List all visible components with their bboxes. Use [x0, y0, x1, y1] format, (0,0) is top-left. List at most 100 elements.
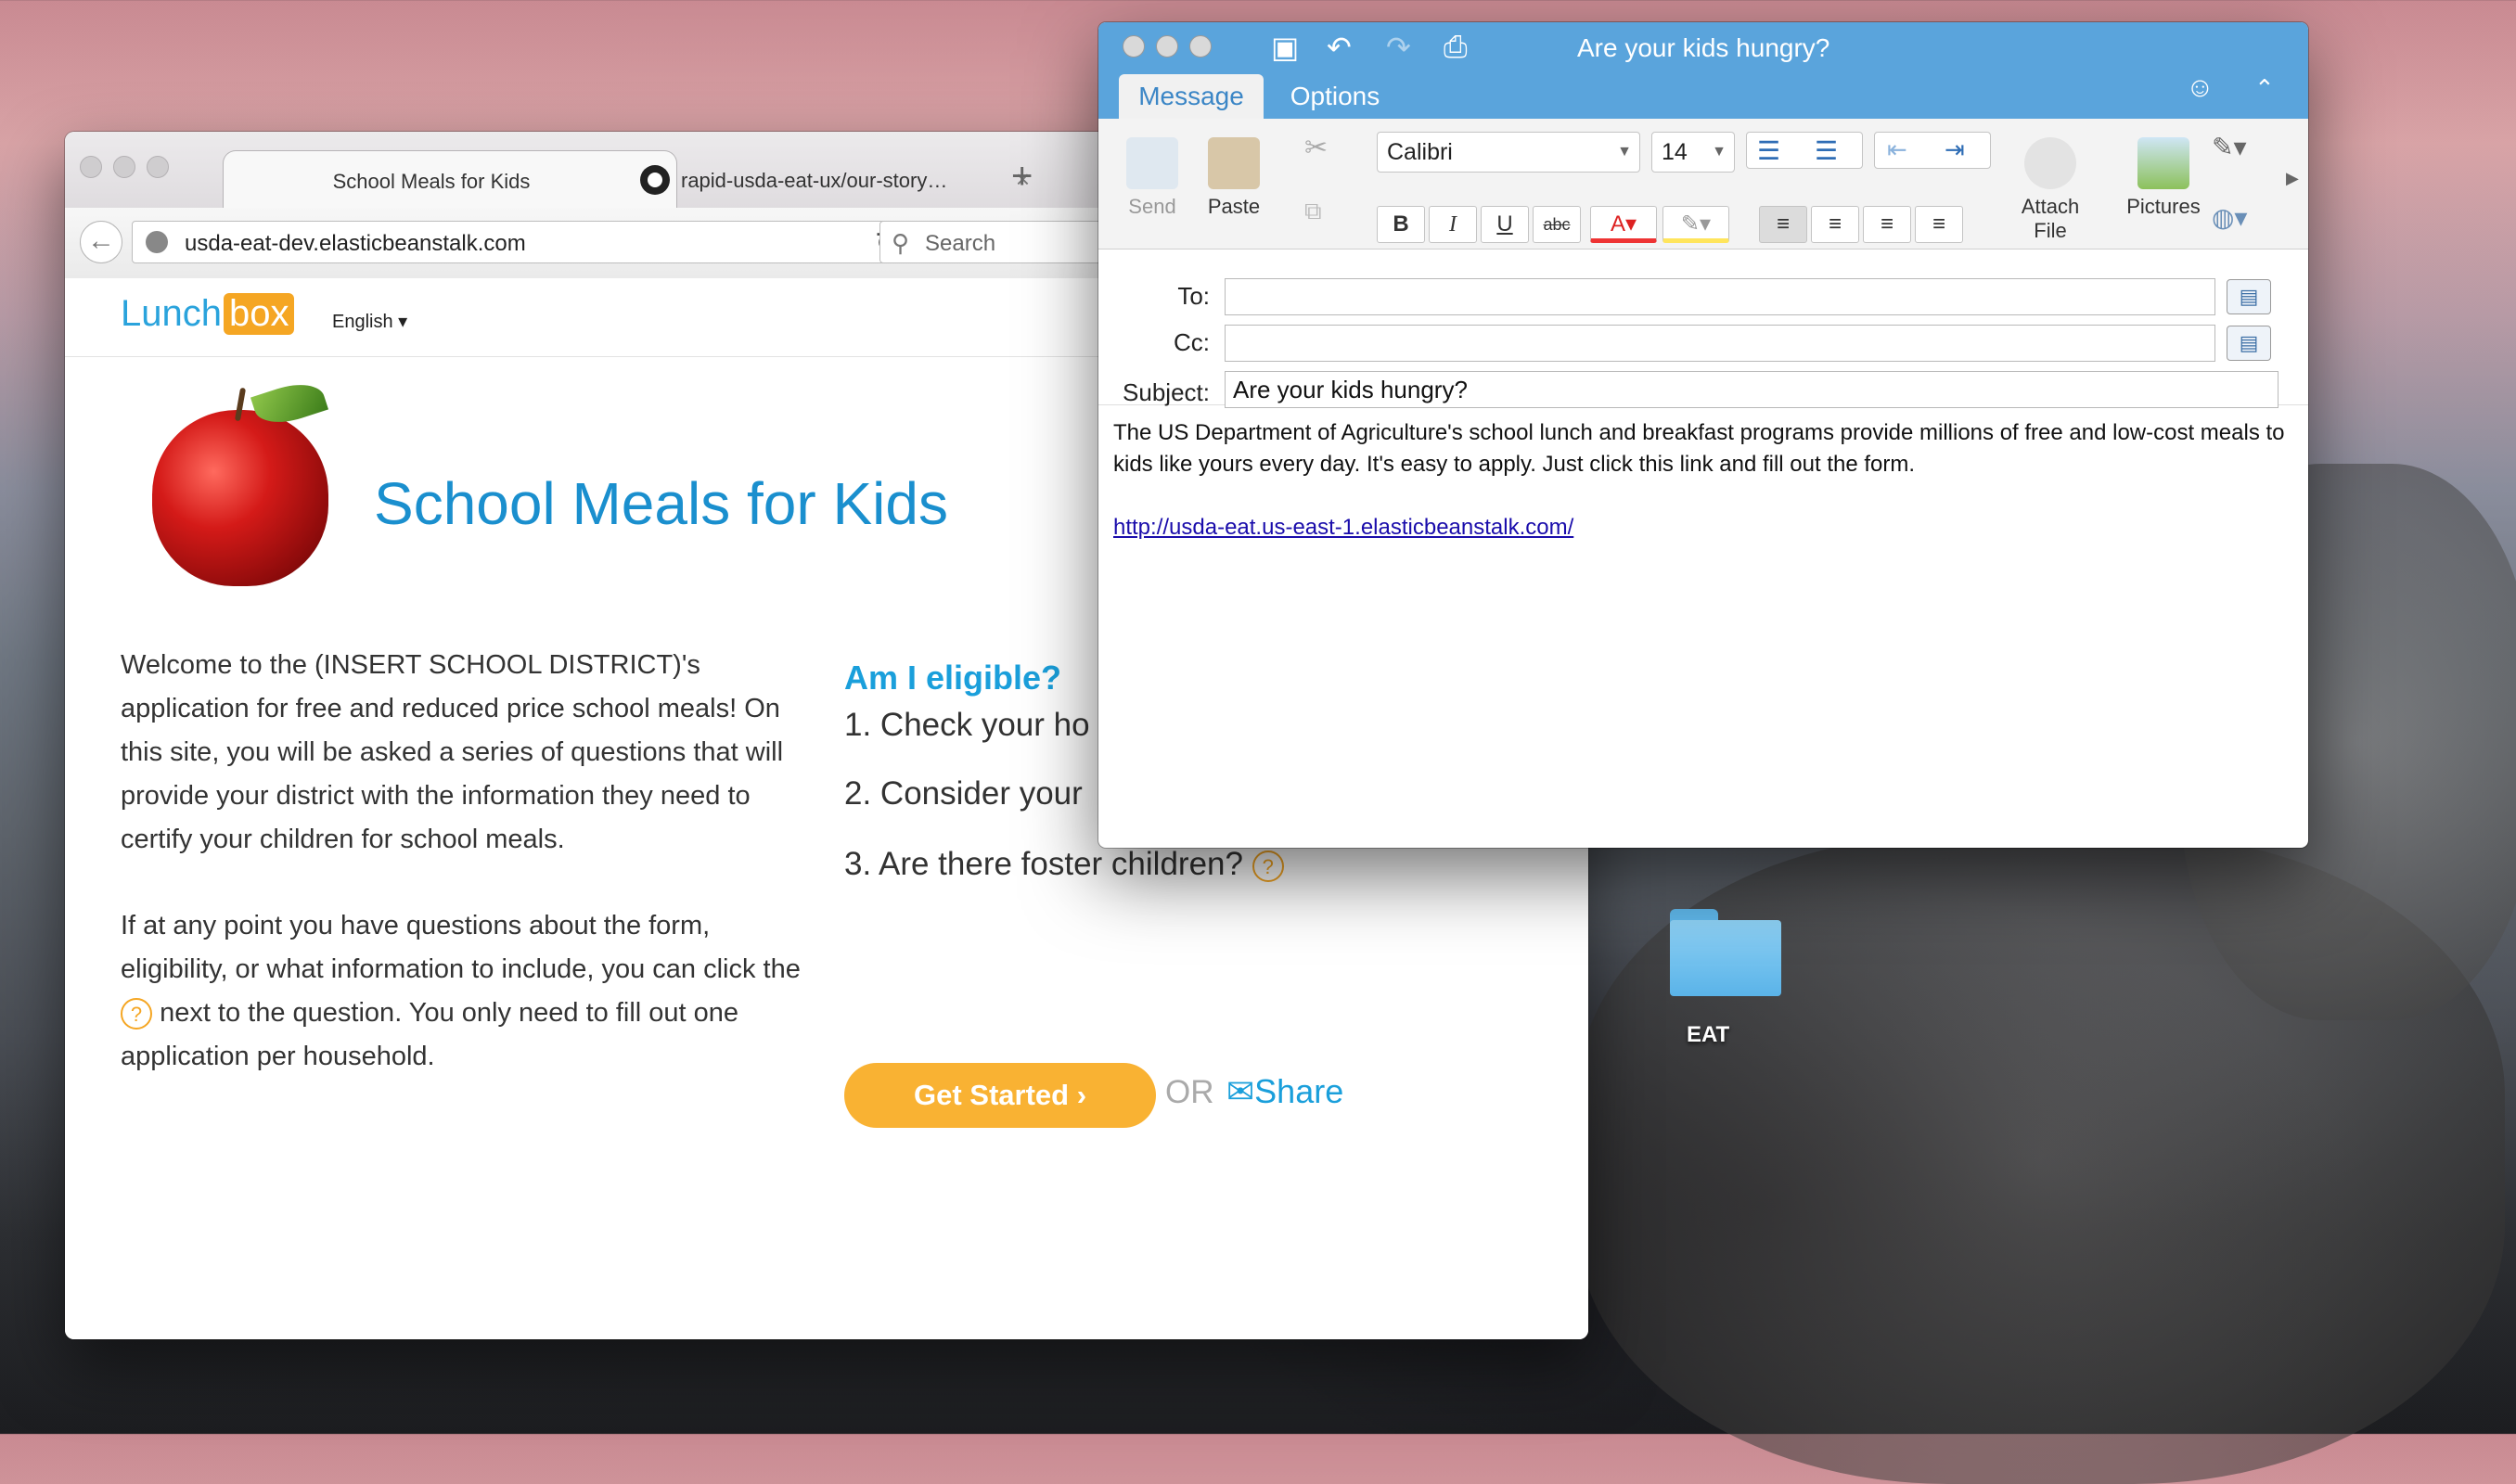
undo-icon[interactable]: ↶: [1327, 30, 1352, 65]
lunchbox-logo[interactable]: Lunch box: [121, 293, 295, 335]
folder-icon[interactable]: [1670, 909, 1781, 996]
folder-label[interactable]: EAT: [1687, 1022, 1729, 1048]
share-link[interactable]: ✉Share: [1226, 1072, 1343, 1111]
smiley-icon[interactable]: ☺: [2186, 72, 2214, 104]
new-tab-button[interactable]: +: [1011, 158, 1033, 195]
pictures-button[interactable]: Pictures: [2108, 137, 2219, 219]
intro-help-text-end: next to the question. You only need to f…: [121, 998, 739, 1071]
zoom-window-button[interactable]: [1189, 35, 1212, 58]
tab-school-meals[interactable]: School Meals for Kids ×: [223, 150, 677, 208]
paste-button[interactable]: Paste: [1197, 137, 1271, 219]
send-label: Send: [1128, 195, 1176, 218]
to-field[interactable]: [1225, 278, 2215, 315]
help-icon[interactable]: ?: [1252, 850, 1284, 882]
font-family-select[interactable]: Calibri ▼: [1377, 132, 1640, 173]
font-color-button[interactable]: A▾: [1590, 206, 1657, 243]
copy-icon[interactable]: ⧉: [1304, 197, 1322, 226]
underline-button[interactable]: U: [1481, 206, 1529, 243]
step-item: 3. Are there foster children? ?: [844, 846, 1284, 883]
eligible-heading: Am I eligible?: [844, 659, 1062, 697]
collapse-ribbon-icon[interactable]: ⌃: [2254, 74, 2275, 103]
apple-image: [152, 376, 329, 586]
bullets-icon[interactable]: ☰: [1757, 135, 1780, 166]
close-window-button[interactable]: [1123, 35, 1145, 58]
to-label: To:: [1177, 282, 1210, 310]
close-window-button[interactable]: [80, 156, 102, 178]
search-icon: ⚲: [892, 229, 910, 257]
window-title: Are your kids hungry?: [1577, 33, 1830, 62]
globe-icon: [146, 231, 168, 253]
font-family-value: Calibri: [1387, 139, 1453, 165]
tab-label: School Meals for Kids: [332, 170, 531, 193]
mail-title-bar: ▣ ↶ ↷ ⎙ Are your kids hungry? ☺ ⌃ Messag…: [1098, 22, 2308, 119]
pictures-label: Pictures: [2126, 195, 2201, 218]
language-dropdown[interactable]: English ▾: [332, 310, 407, 333]
font-size-select[interactable]: 14 ▼: [1651, 132, 1735, 173]
mail-body[interactable]: The US Department of Agriculture's schoo…: [1113, 417, 2291, 575]
tab-label: rapid-usda-eat-ux/our-story…: [681, 169, 948, 192]
address-book-icon[interactable]: ▤: [2227, 326, 2271, 361]
italic-button[interactable]: I: [1429, 206, 1477, 243]
cut-icon[interactable]: ✂: [1304, 132, 1328, 164]
save-icon[interactable]: ▣: [1271, 30, 1299, 65]
signature-icon[interactable]: ✎▾: [2212, 132, 2247, 162]
github-icon: [640, 165, 670, 195]
link-globe-icon[interactable]: ◍▾: [2212, 202, 2248, 233]
align-right-button[interactable]: ≡: [1863, 206, 1911, 243]
address-book-icon[interactable]: ▤: [2227, 279, 2271, 314]
highlight-button[interactable]: ✎▾: [1662, 206, 1729, 243]
intro-help-text: If at any point you have questions about…: [121, 911, 801, 984]
step-item: 2. Consider your: [844, 775, 1083, 812]
intro-paragraph-help: If at any point you have questions about…: [121, 904, 807, 1079]
numbering-icon[interactable]: ☰: [1815, 135, 1838, 166]
back-button[interactable]: ←: [80, 221, 122, 263]
page-title: School Meals for Kids: [374, 470, 948, 537]
url-text: usda-eat-dev.elasticbeanstalk.com: [185, 231, 526, 256]
send-icon: [1126, 137, 1178, 189]
zoom-window-button[interactable]: [147, 156, 169, 178]
get-started-button[interactable]: Get Started ›: [844, 1063, 1156, 1128]
paste-label: Paste: [1207, 195, 1261, 218]
tab-message[interactable]: Message: [1119, 74, 1264, 119]
picture-icon: [2137, 137, 2189, 189]
subject-field[interactable]: Are your kids hungry?: [1225, 371, 2279, 408]
increase-indent-icon[interactable]: ⇥: [1945, 135, 1965, 164]
subject-label: Subject:: [1123, 378, 1210, 406]
decrease-indent-icon[interactable]: ⇤: [1887, 135, 1907, 164]
print-icon[interactable]: ⎙: [1444, 30, 1468, 65]
strikethrough-button[interactable]: abc: [1533, 206, 1581, 243]
attach-label: Attach File: [2021, 195, 2080, 242]
send-button[interactable]: Send: [1115, 137, 1189, 219]
mail-header-fields: To: ▤ Cc: ▤ Subject: Are your kids hungr…: [1098, 249, 2308, 408]
intro-text: Welcome to the (INSERT SCHOOL DISTRICT)'…: [121, 644, 807, 1121]
search-placeholder: Search: [925, 231, 996, 256]
logo-text: Lunch: [121, 293, 222, 334]
justify-button[interactable]: ≡: [1915, 206, 1963, 243]
tab-github-story[interactable]: rapid-usda-eat-ux/our-story… ×: [622, 150, 1067, 208]
ribbon-more-icon[interactable]: ▶: [2286, 169, 2299, 188]
address-bar[interactable]: usda-eat-dev.elasticbeanstalk.com ↻: [132, 221, 924, 263]
minimize-window-button[interactable]: [113, 156, 135, 178]
cc-field[interactable]: [1225, 325, 2215, 362]
paperclip-icon: [2024, 137, 2076, 189]
intro-paragraph: Welcome to the (INSERT SCHOOL DISTRICT)'…: [121, 650, 784, 854]
cc-label: Cc:: [1174, 328, 1210, 356]
align-left-button[interactable]: ≡: [1759, 206, 1807, 243]
body-link[interactable]: http://usda-eat.us-east-1.elasticbeansta…: [1113, 515, 1573, 540]
align-center-button[interactable]: ≡: [1811, 206, 1859, 243]
help-icon[interactable]: ?: [121, 998, 152, 1030]
or-separator: OR: [1165, 1074, 1214, 1110]
mail-compose-window: ▣ ↶ ↷ ⎙ Are your kids hungry? ☺ ⌃ Messag…: [1098, 22, 2308, 848]
step-item: 1. Check your ho: [844, 707, 1090, 743]
clipboard-icon: [1208, 137, 1260, 189]
logo-box-text: box: [223, 293, 295, 335]
mail-ribbon: Send Paste ✂ ⧉ Calibri ▼ 14 ▼ ☰ ☰ ⇤ ⇥ B I …: [1098, 119, 2308, 249]
bold-button[interactable]: B: [1377, 206, 1425, 243]
step-item-text: 3. Are there foster children?: [844, 846, 1243, 882]
attach-file-button[interactable]: Attach File: [2004, 137, 2097, 243]
minimize-window-button[interactable]: [1156, 35, 1178, 58]
tab-options[interactable]: Options: [1275, 74, 1395, 119]
redo-icon[interactable]: ↷: [1386, 30, 1411, 65]
body-paragraph: The US Department of Agriculture's schoo…: [1113, 420, 2285, 477]
font-size-value: 14: [1662, 139, 1688, 165]
